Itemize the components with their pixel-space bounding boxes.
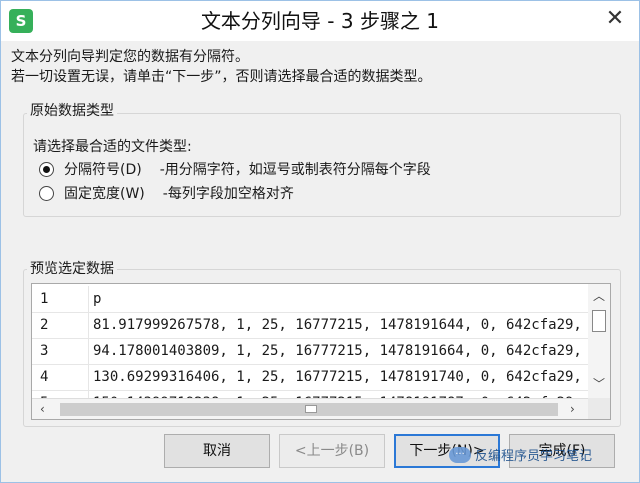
horizontal-scroll-thumb[interactable]	[60, 403, 558, 416]
radio-delimited-desc: -用分隔字符，如逗号或制表符分隔每个字段	[159, 162, 431, 178]
previous-step-button[interactable]: <上一步(B)	[279, 434, 385, 468]
preview-row-number: 3	[40, 343, 49, 359]
preview-row-value: p	[88, 286, 101, 312]
intro-line-1: 文本分列向导判定您的数据有分隔符。	[11, 49, 249, 65]
text-to-columns-dialog: S 文本分列向导 - 3 步骤之 1 ✕ 文本分列向导判定您的数据有分隔符。 若…	[0, 0, 640, 483]
wps-spreadsheet-app-icon: S	[9, 9, 33, 33]
title-bar[interactable]: S 文本分列向导 - 3 步骤之 1 ✕	[1, 1, 639, 41]
scrollbar-corner	[588, 398, 610, 419]
vertical-scroll-thumb[interactable]	[592, 310, 606, 332]
watermark-text: 反编程序员学习笔记	[475, 449, 593, 464]
radio-fixed-width-desc: -每列字段加空格对齐	[162, 186, 294, 202]
horizontal-scrollbar[interactable]: ‹ ›	[32, 398, 588, 419]
preview-row-value: 130.69299316406, 1, 25, 16777215, 147819…	[88, 364, 588, 390]
scroll-up-arrow-icon[interactable]: ︿	[593, 290, 605, 302]
scroll-grip-icon[interactable]	[305, 405, 317, 413]
original-data-type-label: 原始数据类型	[27, 102, 117, 120]
preview-row-number: 1	[40, 291, 49, 307]
preview-group-label: 预览选定数据	[27, 260, 117, 278]
cancel-button[interactable]: 取消	[164, 434, 270, 468]
preview-row-number: 2	[40, 317, 49, 333]
data-preview-pane[interactable]: 1 p 2 81.917999267578, 1, 25, 16777215, …	[31, 283, 611, 420]
close-icon[interactable]: ✕	[599, 5, 631, 33]
preview-row-value: 81.917999267578, 1, 25, 16777215, 147819…	[88, 312, 588, 338]
radio-button-unchecked[interactable]	[39, 185, 54, 201]
radio-delimited[interactable]: 分隔符号(D) -用分隔字符，如逗号或制表符分隔每个字段	[39, 158, 431, 180]
file-type-prompt: 请选择最合适的文件类型:	[33, 139, 192, 155]
preview-row: 2 81.917999267578, 1, 25, 16777215, 1478…	[32, 312, 588, 339]
radio-fixed-width[interactable]: 固定宽度(W) -每列字段加空格对齐	[39, 182, 294, 204]
scroll-left-arrow-icon[interactable]: ‹	[40, 403, 45, 415]
preview-row: 1 p	[32, 286, 588, 313]
scroll-down-arrow-icon[interactable]: ﹀	[593, 378, 605, 390]
preview-row: 3 94.178001403809, 1, 25, 16777215, 1478…	[32, 338, 588, 365]
watermark: ··· 反编程序员学习笔记	[449, 445, 592, 464]
intro-line-2: 若一切设置无误，请单击“下一步”，否则请选择最合适的数据类型。	[11, 69, 432, 85]
dialog-title: 文本分列向导 - 3 步骤之 1	[200, 9, 440, 33]
wechat-icon: ···	[449, 446, 471, 463]
scroll-right-arrow-icon[interactable]: ›	[570, 403, 575, 415]
radio-button-checked[interactable]	[39, 161, 54, 177]
radio-delimited-label[interactable]: 分隔符号(D)	[64, 159, 142, 179]
vertical-scrollbar[interactable]: ︿ ﹀	[588, 284, 610, 398]
preview-row-number: 4	[40, 369, 49, 385]
intro-text: 文本分列向导判定您的数据有分隔符。 若一切设置无误，请单击“下一步”，否则请选择…	[11, 47, 432, 87]
radio-fixed-width-label[interactable]: 固定宽度(W)	[64, 183, 145, 203]
preview-row-value: 94.178001403809, 1, 25, 16777215, 147819…	[88, 338, 588, 364]
preview-row: 4 130.69299316406, 1, 25, 16777215, 1478…	[32, 364, 588, 391]
